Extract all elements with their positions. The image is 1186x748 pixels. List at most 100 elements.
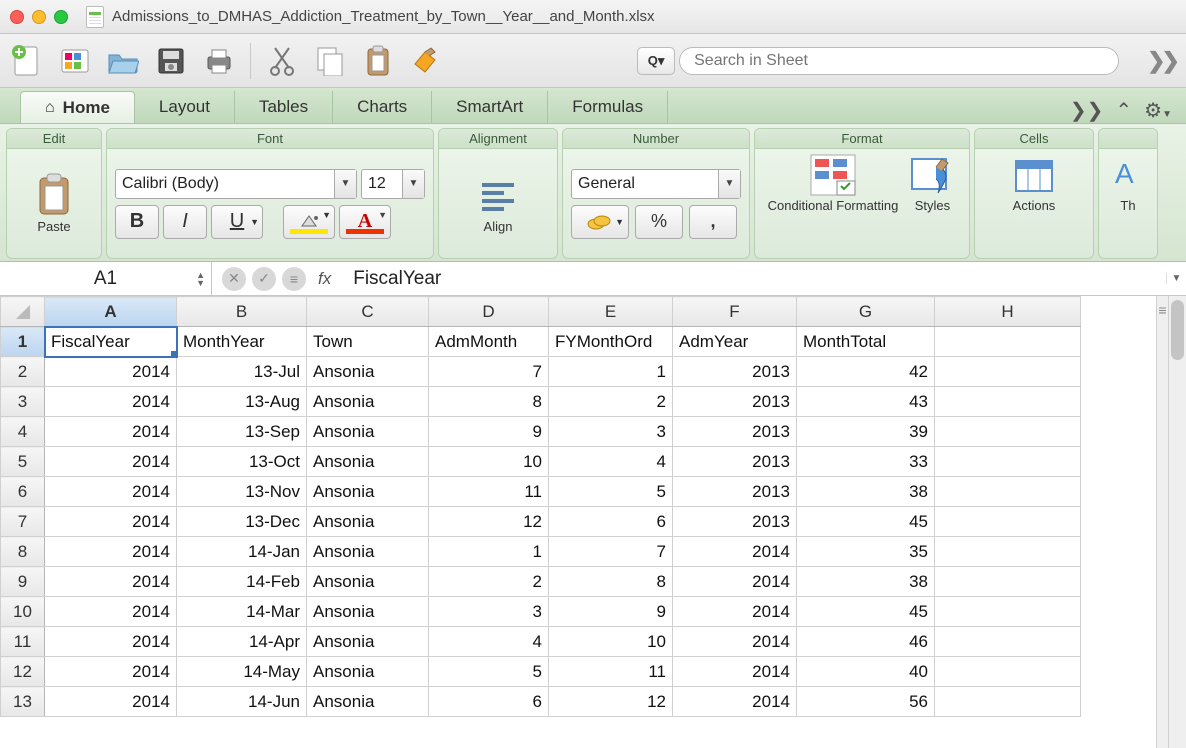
cell[interactable]: 14-Jan xyxy=(177,537,307,567)
cell[interactable]: 12 xyxy=(549,687,673,717)
cell[interactable]: 14-Apr xyxy=(177,627,307,657)
cell[interactable]: 9 xyxy=(429,417,549,447)
underline-button[interactable]: U▼ xyxy=(211,205,263,239)
paste-button[interactable]: Paste xyxy=(15,153,93,254)
cell[interactable]: 4 xyxy=(549,447,673,477)
tab-home[interactable]: ⌂Home xyxy=(20,91,135,123)
row-header[interactable]: 6 xyxy=(1,477,45,507)
cell[interactable]: 43 xyxy=(797,387,935,417)
toolbar-overflow-icon[interactable]: ❯❯ xyxy=(1147,48,1176,74)
cell[interactable]: 2013 xyxy=(673,447,797,477)
formula-accept-button[interactable]: ✓ xyxy=(252,267,276,291)
cell[interactable]: 13-Nov xyxy=(177,477,307,507)
cell[interactable]: 13-Sep xyxy=(177,417,307,447)
cell[interactable]: 2014 xyxy=(45,597,177,627)
cell[interactable]: 2014 xyxy=(673,687,797,717)
cell[interactable]: 13-Jul xyxy=(177,357,307,387)
font-size-combo[interactable]: 12▼ xyxy=(361,169,425,199)
cell[interactable] xyxy=(935,537,1081,567)
scrollbar-thumb[interactable] xyxy=(1171,300,1184,360)
cell[interactable] xyxy=(935,627,1081,657)
comma-button[interactable]: , xyxy=(689,205,737,239)
cell[interactable]: 2013 xyxy=(673,357,797,387)
cell[interactable]: 2 xyxy=(549,387,673,417)
window-close-button[interactable] xyxy=(10,10,24,24)
cell[interactable]: 13-Aug xyxy=(177,387,307,417)
cell[interactable]: Ansonia xyxy=(307,507,429,537)
cell[interactable]: 2014 xyxy=(45,627,177,657)
cell[interactable]: 10 xyxy=(549,627,673,657)
window-zoom-button[interactable] xyxy=(54,10,68,24)
currency-button[interactable]: ▼ xyxy=(571,205,629,239)
row-header[interactable]: 8 xyxy=(1,537,45,567)
cell[interactable]: MonthTotal xyxy=(797,327,935,357)
cell[interactable] xyxy=(935,387,1081,417)
cell[interactable]: 2013 xyxy=(673,417,797,447)
format-painter-icon[interactable] xyxy=(409,44,443,78)
cell[interactable]: Ansonia xyxy=(307,657,429,687)
split-handle[interactable]: ≡ xyxy=(1156,296,1168,748)
cell[interactable] xyxy=(935,567,1081,597)
bold-button[interactable]: B xyxy=(115,205,159,239)
templates-icon[interactable] xyxy=(58,44,92,78)
tab-tables[interactable]: Tables xyxy=(235,91,333,123)
align-button[interactable]: Align xyxy=(447,153,549,254)
formula-input[interactable]: FiscalYear xyxy=(347,268,1166,290)
cell[interactable]: 45 xyxy=(797,507,935,537)
cell[interactable]: 2014 xyxy=(45,657,177,687)
column-header[interactable]: G xyxy=(797,297,935,327)
ribbon-settings-button[interactable]: ⚙▼ xyxy=(1144,98,1172,123)
search-input[interactable] xyxy=(679,47,1119,75)
cell[interactable]: 2014 xyxy=(673,537,797,567)
cell[interactable]: 2014 xyxy=(45,477,177,507)
cell[interactable]: 42 xyxy=(797,357,935,387)
conditional-formatting-button[interactable]: Conditional Formatting xyxy=(768,153,899,213)
cell[interactable]: 2013 xyxy=(673,477,797,507)
cell[interactable]: AdmYear xyxy=(673,327,797,357)
fx-icon[interactable]: fx xyxy=(318,269,331,289)
cell[interactable]: 14-May xyxy=(177,657,307,687)
cell[interactable]: Ansonia xyxy=(307,567,429,597)
column-header[interactable]: D xyxy=(429,297,549,327)
cell[interactable]: 5 xyxy=(429,657,549,687)
actions-button[interactable]: Actions xyxy=(1010,153,1058,213)
spreadsheet-grid[interactable]: ABCDEFGH1FiscalYearMonthYearTownAdmMonth… xyxy=(0,296,1081,717)
cell[interactable]: 2014 xyxy=(673,627,797,657)
cell[interactable]: 2014 xyxy=(45,537,177,567)
cell[interactable]: 1 xyxy=(429,537,549,567)
row-header[interactable]: 5 xyxy=(1,447,45,477)
cell[interactable] xyxy=(935,327,1081,357)
row-header[interactable]: 10 xyxy=(1,597,45,627)
cell[interactable]: 14-Jun xyxy=(177,687,307,717)
cell[interactable]: 39 xyxy=(797,417,935,447)
styles-button[interactable]: Styles xyxy=(908,153,956,213)
row-header[interactable]: 7 xyxy=(1,507,45,537)
cell[interactable]: 33 xyxy=(797,447,935,477)
cell[interactable]: FiscalYear xyxy=(45,327,177,357)
tab-formulas[interactable]: Formulas xyxy=(548,91,668,123)
formula-cancel-button[interactable]: ✕ xyxy=(222,267,246,291)
italic-button[interactable]: I xyxy=(163,205,207,239)
cell[interactable]: Ansonia xyxy=(307,477,429,507)
save-icon[interactable] xyxy=(154,44,188,78)
column-header[interactable]: B xyxy=(177,297,307,327)
cell[interactable]: 2014 xyxy=(45,357,177,387)
cell[interactable]: 46 xyxy=(797,627,935,657)
cell[interactable]: 45 xyxy=(797,597,935,627)
cell[interactable]: 3 xyxy=(429,597,549,627)
cell[interactable]: 7 xyxy=(429,357,549,387)
row-header[interactable]: 1 xyxy=(1,327,45,357)
cell[interactable]: Ansonia xyxy=(307,687,429,717)
cell[interactable] xyxy=(935,447,1081,477)
cell[interactable]: 2013 xyxy=(673,507,797,537)
cell[interactable]: MonthYear xyxy=(177,327,307,357)
cell[interactable]: 4 xyxy=(429,627,549,657)
cell[interactable]: 2014 xyxy=(673,567,797,597)
cell[interactable]: 2014 xyxy=(673,597,797,627)
fill-color-button[interactable]: ▼ xyxy=(283,205,335,239)
new-document-icon[interactable] xyxy=(10,44,44,78)
tab-charts[interactable]: Charts xyxy=(333,91,432,123)
cell[interactable]: 13-Dec xyxy=(177,507,307,537)
open-icon[interactable] xyxy=(106,44,140,78)
cell[interactable]: 11 xyxy=(429,477,549,507)
